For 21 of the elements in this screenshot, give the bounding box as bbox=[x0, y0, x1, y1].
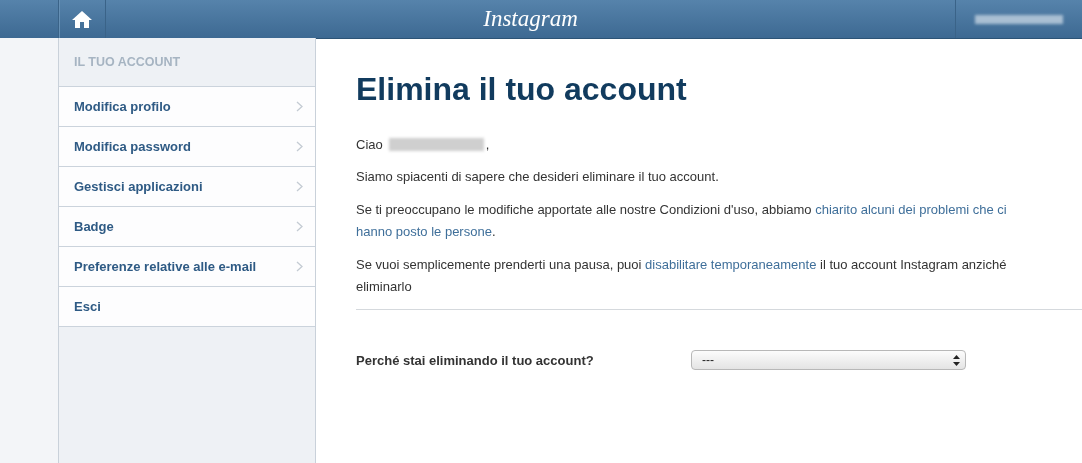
paragraph: Se vuoi semplicemente prenderti una pausa, puoi disabilitare temporaneamente il tuo account Instagram anziché eliminarlo bbox=[356, 256, 1008, 296]
link[interactable]: hanno posto le persone bbox=[356, 224, 492, 239]
page-title: Elimina il tuo account bbox=[356, 71, 687, 108]
sidebar-item[interactable]: Modifica profilo bbox=[59, 87, 315, 127]
sidebar-item[interactable]: Gestisci applicazioni bbox=[59, 167, 315, 207]
up-down-arrow-icon bbox=[953, 354, 960, 366]
section-heading: IL TUO ACCOUNT bbox=[74, 55, 181, 69]
greeting-punctuation: , bbox=[485, 136, 490, 152]
reason-dropdown[interactable]: --- bbox=[691, 350, 966, 370]
link[interactable]: disabilitare temporaneamente bbox=[645, 257, 817, 272]
logo[interactable]: Instagram bbox=[483, 6, 578, 32]
sidebar-item[interactable]: Preferenze relative alle e-mail bbox=[59, 247, 315, 287]
link[interactable]: chiarito alcuni dei problemi che ci bbox=[815, 202, 1007, 217]
sidebar-item[interactable]: Modifica password bbox=[59, 127, 315, 167]
sidebar-item[interactable]: Badge bbox=[59, 207, 315, 247]
paragraph: Siamo spiacenti di sapere che desideri eliminare il tuo account. bbox=[356, 168, 720, 186]
greeting-text: Ciao bbox=[356, 136, 383, 152]
sidebar-item[interactable]: Esci bbox=[59, 287, 315, 327]
paragraph: Se ti preoccupano le modifiche apportate alle nostre Condizioni d'uso, abbiamo chiarito alcuni dei problemi che ci hanno posto le persone. bbox=[356, 201, 1008, 241]
home-icon bbox=[71, 9, 93, 29]
question-label: Perché stai eliminando il tuo account? bbox=[356, 352, 595, 368]
